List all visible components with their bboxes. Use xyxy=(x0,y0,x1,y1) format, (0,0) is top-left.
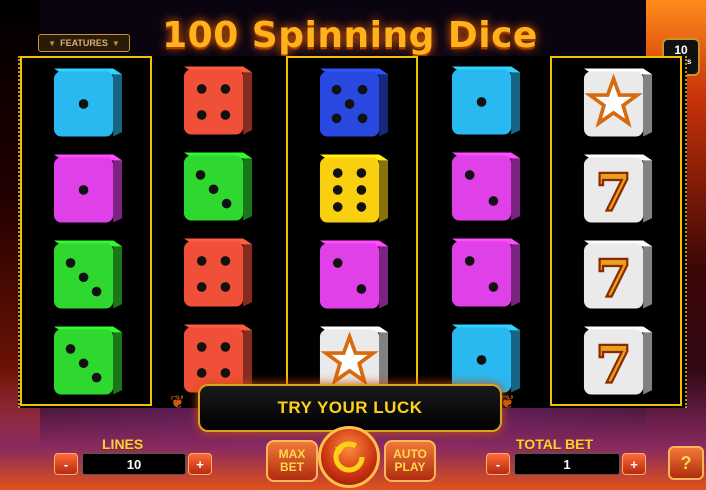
features-button[interactable]: ▼ FEATURES ▼ xyxy=(38,34,130,52)
die-symbol-icon xyxy=(51,64,125,138)
total-bet-increase-button[interactable]: + xyxy=(622,453,646,475)
game-title: 100 Spinning Dice xyxy=(162,15,538,56)
die-symbol-icon xyxy=(51,150,125,224)
reel-4 xyxy=(420,56,552,406)
die-symbol-icon xyxy=(51,236,125,310)
spin-button[interactable] xyxy=(318,426,380,488)
lines-label: LINES xyxy=(102,436,144,452)
lines-value: 10 xyxy=(82,453,186,475)
die-symbol-icon xyxy=(449,62,523,136)
die-symbol-icon xyxy=(51,322,125,396)
spin-arrow-icon xyxy=(333,441,365,473)
die-symbol-icon xyxy=(449,320,523,394)
reels-area: 7 7 7 xyxy=(18,56,687,408)
message-text: TRY YOUR LUCK xyxy=(277,398,423,417)
die-symbol-icon xyxy=(317,236,391,310)
die-symbol-icon xyxy=(181,62,255,136)
message-bar: TRY YOUR LUCK xyxy=(198,384,502,432)
die-symbol-icon xyxy=(317,64,391,138)
star-symbol-icon xyxy=(581,64,655,138)
svg-text:7: 7 xyxy=(596,335,632,396)
die-symbol-icon xyxy=(181,320,255,394)
lines-badge-number: 10 xyxy=(674,43,688,57)
seven-symbol-icon: 7 xyxy=(581,322,655,396)
svg-text:7: 7 xyxy=(596,249,632,310)
total-bet-decrease-button[interactable]: - xyxy=(486,453,510,475)
reel-2 xyxy=(152,56,284,406)
seven-symbol-icon: 7 xyxy=(581,236,655,310)
reel-5: 7 7 7 xyxy=(550,56,682,406)
max-bet-button[interactable]: MAX BET xyxy=(266,440,318,482)
help-button[interactable]: ? xyxy=(668,446,704,480)
die-symbol-icon xyxy=(317,150,391,224)
seven-symbol-icon: 7 xyxy=(581,150,655,224)
reel-3 xyxy=(286,56,418,406)
max-bet-label-line2: BET xyxy=(279,460,304,474)
auto-play-label-line1: AUTO xyxy=(393,447,427,461)
die-symbol-icon xyxy=(181,234,255,308)
auto-play-button[interactable]: AUTO PLAY xyxy=(384,440,436,482)
svg-text:7: 7 xyxy=(596,163,632,224)
total-bet-label: TOTAL BET xyxy=(516,436,593,452)
max-bet-label-line1: MAX xyxy=(278,447,306,461)
die-symbol-icon xyxy=(449,148,523,222)
triangle-down-icon: ▼ xyxy=(48,38,57,48)
features-label: FEATURES xyxy=(60,38,108,48)
auto-play-label-line2: PLAY xyxy=(394,460,426,474)
total-bet-value: 1 xyxy=(514,453,620,475)
wing-ornament-right-icon: ❦ xyxy=(500,392,516,412)
die-symbol-icon xyxy=(181,148,255,222)
reel-1 xyxy=(20,56,152,406)
die-symbol-icon xyxy=(449,234,523,308)
lines-increase-button[interactable]: + xyxy=(188,453,212,475)
triangle-down-icon: ▼ xyxy=(111,38,120,48)
lines-decrease-button[interactable]: - xyxy=(54,453,78,475)
